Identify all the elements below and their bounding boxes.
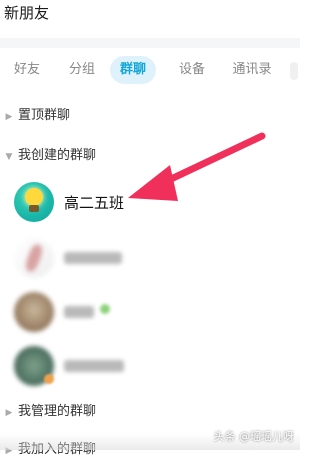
group-row-class[interactable]: 高二五班 bbox=[0, 182, 300, 230]
group-name: 高二五班 bbox=[64, 194, 125, 212]
contacts-tabs: 好友 分组 群聊 设备 通讯录 bbox=[0, 56, 300, 84]
header-divider bbox=[0, 38, 300, 48]
avatar bbox=[14, 238, 54, 278]
group-row-blurred-1[interactable] bbox=[0, 238, 300, 286]
tab-group-chats[interactable]: 群聊 bbox=[110, 56, 157, 84]
section-pinned-groups[interactable]: ▶ 置顶群聊 bbox=[0, 104, 300, 128]
section-created-groups[interactable]: ▼ 我创建的群聊 bbox=[0, 144, 300, 168]
tab-groups-category[interactable]: 分组 bbox=[63, 56, 101, 84]
blurred-group-name bbox=[64, 252, 122, 264]
blurred-group-name bbox=[64, 306, 94, 318]
section-label: 我管理的群聊 bbox=[18, 404, 97, 419]
blurred-group-name bbox=[64, 360, 124, 372]
chevron-right-icon: ▶ bbox=[5, 112, 13, 122]
avatar bbox=[14, 182, 54, 222]
avatar bbox=[14, 292, 54, 332]
chevron-right-icon: ▶ bbox=[5, 408, 13, 418]
tab-friends[interactable]: 好友 bbox=[10, 56, 44, 84]
chevron-down-icon: ▼ bbox=[5, 152, 13, 162]
section-label: 置顶群聊 bbox=[18, 108, 71, 123]
tab-devices[interactable]: 设备 bbox=[172, 56, 212, 84]
lightbulb-icon bbox=[25, 188, 43, 206]
tabs-overflow-indicator[interactable] bbox=[290, 62, 298, 80]
header: 新朋友 bbox=[0, 0, 300, 30]
lightbulb-base bbox=[29, 205, 39, 212]
emoji-icon bbox=[100, 304, 110, 314]
section-managed-groups[interactable]: ▶ 我管理的群聊 bbox=[0, 400, 300, 424]
section-label: 我创建的群聊 bbox=[18, 148, 97, 163]
group-row-blurred-3[interactable] bbox=[0, 346, 300, 394]
tab-address-book[interactable]: 通讯录 bbox=[226, 56, 278, 84]
page-title: 新朋友 bbox=[4, 4, 50, 22]
group-row-blurred-2[interactable] bbox=[0, 292, 300, 340]
doodle-image bbox=[23, 242, 45, 274]
status-dot bbox=[44, 374, 54, 384]
watermark: 头条 @瑶瑶儿呀 bbox=[213, 430, 295, 443]
